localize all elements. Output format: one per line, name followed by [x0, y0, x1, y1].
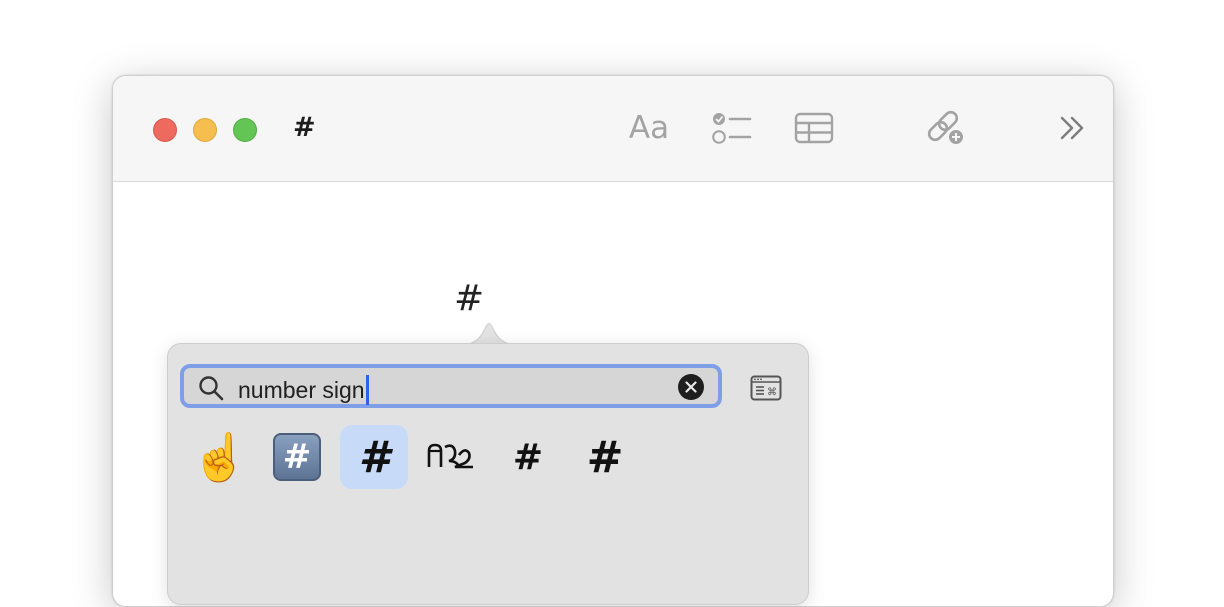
- clear-search-icon[interactable]: [678, 374, 704, 400]
- search-query: number sign: [238, 376, 365, 403]
- search-input[interactable]: number sign: [238, 375, 369, 405]
- text-format-icon[interactable]: Aa: [625, 108, 673, 148]
- result-number-sign[interactable]: #: [340, 425, 408, 489]
- text-caret: [365, 375, 369, 405]
- result-glyph: #: [512, 436, 544, 478]
- close-button[interactable]: [153, 118, 177, 142]
- more-chevron-icon[interactable]: [1057, 108, 1089, 148]
- result-glyph: #: [586, 431, 624, 483]
- character-viewer-popover: number sign ⌘ ☝️ # # # #: [167, 343, 809, 605]
- result-tamil-number-sign[interactable]: [417, 425, 485, 489]
- keycap-glyph: #: [273, 433, 321, 481]
- table-icon[interactable]: [793, 108, 835, 148]
- character-viewer-icon[interactable]: ⌘: [750, 375, 782, 401]
- result-index-pointing-up[interactable]: ☝️: [186, 425, 254, 489]
- window-title: #: [293, 112, 316, 143]
- tamil-number-sign-glyph: [427, 443, 473, 469]
- result-keycap-number-sign[interactable]: #: [263, 425, 331, 489]
- title-bar: # Aa: [113, 76, 1113, 182]
- minimize-button[interactable]: [193, 118, 217, 142]
- svg-text:⌘: ⌘: [767, 387, 777, 398]
- collaborate-link-icon[interactable]: [923, 108, 969, 148]
- result-glyph: #: [358, 431, 390, 483]
- search-field[interactable]: number sign: [180, 364, 722, 408]
- result-small-number-sign[interactable]: #: [494, 425, 562, 489]
- result-glyph: ☝️: [191, 429, 249, 484]
- zoom-button[interactable]: [233, 118, 257, 142]
- search-icon: [199, 376, 224, 401]
- note-inserted-character[interactable]: #: [454, 278, 484, 319]
- result-fullwidth-number-sign[interactable]: #: [571, 425, 639, 489]
- checklist-icon[interactable]: [711, 108, 753, 148]
- search-results: ☝️ # # # #: [186, 424, 648, 490]
